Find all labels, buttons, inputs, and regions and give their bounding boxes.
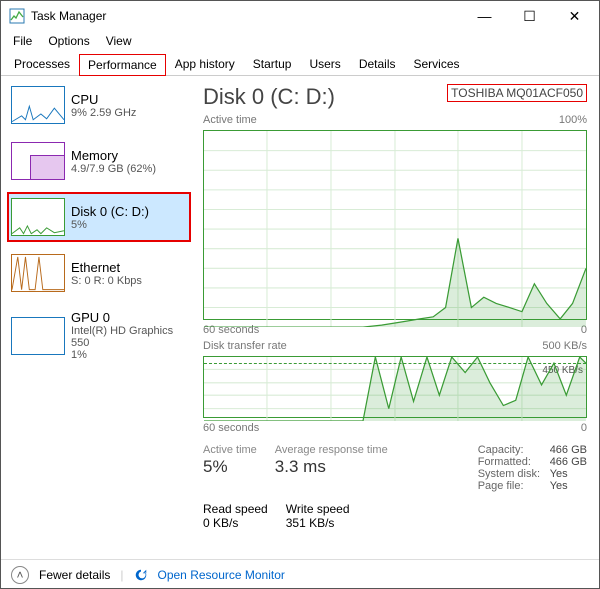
transfer-rate-chart: 450 KB/s xyxy=(203,356,587,418)
sidebar-item-label: Memory xyxy=(71,148,156,163)
info-formatted-label: Formatted: xyxy=(478,456,542,468)
close-button[interactable]: ✕ xyxy=(552,1,597,31)
chart2-max: 500 KB/s xyxy=(542,340,587,352)
menu-file[interactable]: File xyxy=(5,32,40,50)
stat-active-label: Active time xyxy=(203,444,257,456)
sidebar-item-sub: Intel(R) HD Graphics 550 1% xyxy=(71,325,187,361)
disk-thumb-icon xyxy=(11,198,65,236)
sidebar-item-sub: 9% 2.59 GHz xyxy=(71,107,136,119)
stat-avg-label: Average response time xyxy=(275,444,388,456)
info-pagefile-label: Page file: xyxy=(478,480,542,492)
stat-active-value: 5% xyxy=(203,457,257,477)
info-sysdisk-label: System disk: xyxy=(478,468,542,480)
ethernet-thumb-icon xyxy=(11,254,65,292)
menubar: File Options View xyxy=(1,31,599,51)
sidebar-item-label: Disk 0 (C: D:) xyxy=(71,204,149,219)
chevron-up-icon[interactable]: ˄ xyxy=(11,566,29,584)
tab-app-history[interactable]: App history xyxy=(166,53,244,75)
maximize-button[interactable]: ☐ xyxy=(507,1,552,31)
info-formatted-value: 466 GB xyxy=(550,456,587,468)
chart1-label: Active time xyxy=(203,114,257,126)
sidebar-item-ethernet[interactable]: EthernetS: 0 R: 0 Kbps xyxy=(7,248,191,298)
sidebar-item-sub: 4.9/7.9 GB (62%) xyxy=(71,163,156,175)
sidebar: CPU9% 2.59 GHz Memory4.9/7.9 GB (62%) Di… xyxy=(1,76,191,559)
active-time-chart xyxy=(203,130,587,320)
resource-monitor-icon xyxy=(134,568,148,582)
info-pagefile-value: Yes xyxy=(550,480,568,492)
sidebar-item-memory[interactable]: Memory4.9/7.9 GB (62%) xyxy=(7,136,191,186)
chart2-label: Disk transfer rate xyxy=(203,340,287,352)
tab-processes[interactable]: Processes xyxy=(5,53,79,75)
content-area: CPU9% 2.59 GHz Memory4.9/7.9 GB (62%) Di… xyxy=(1,76,599,559)
sidebar-item-cpu[interactable]: CPU9% 2.59 GHz xyxy=(7,80,191,130)
footer: ˄ Fewer details | Open Resource Monitor xyxy=(1,559,599,589)
disk-model-label: TOSHIBA MQ01ACF050 xyxy=(447,84,587,102)
tab-details[interactable]: Details xyxy=(350,53,405,75)
stat-read-label: Read speed xyxy=(203,502,268,516)
titlebar: Task Manager — ☐ ✕ xyxy=(1,1,599,31)
sidebar-item-disk0[interactable]: Disk 0 (C: D:)5% xyxy=(7,192,191,242)
stats-row-1: Active time5% Average response time3.3 m… xyxy=(203,444,587,492)
tab-performance[interactable]: Performance xyxy=(79,54,166,76)
tab-startup[interactable]: Startup xyxy=(244,53,301,75)
open-resource-monitor-link[interactable]: Open Resource Monitor xyxy=(158,568,285,582)
stat-read-value: 0 KB/s xyxy=(203,516,268,530)
fewer-details-button[interactable]: Fewer details xyxy=(39,568,110,582)
info-capacity-label: Capacity: xyxy=(478,444,542,456)
sidebar-item-gpu0[interactable]: GPU 0Intel(R) HD Graphics 550 1% xyxy=(7,304,191,367)
page-title: Disk 0 (C: D:) xyxy=(203,84,335,110)
tab-services[interactable]: Services xyxy=(405,53,469,75)
chart2-xright: 0 xyxy=(581,422,587,434)
minimize-button[interactable]: — xyxy=(462,1,507,31)
memory-thumb-icon xyxy=(11,142,65,180)
disk-info: Capacity: 466 GB Formatted: 466 GB System … xyxy=(478,444,587,492)
info-capacity-value: 466 GB xyxy=(550,444,587,456)
sidebar-item-sub: S: 0 R: 0 Kbps xyxy=(71,275,142,287)
menu-view[interactable]: View xyxy=(98,32,140,50)
main-pane: Disk 0 (C: D:) TOSHIBA MQ01ACF050 Active… xyxy=(191,76,599,559)
sidebar-item-sub: 5% xyxy=(71,219,149,231)
sidebar-item-label: CPU xyxy=(71,92,136,107)
task-manager-icon xyxy=(9,8,25,24)
window-title: Task Manager xyxy=(31,9,462,23)
stat-avg-value: 3.3 ms xyxy=(275,457,388,477)
cpu-thumb-icon xyxy=(11,86,65,124)
gpu-thumb-icon xyxy=(11,317,65,355)
menu-options[interactable]: Options xyxy=(40,32,97,50)
sidebar-item-label: Ethernet xyxy=(71,260,142,275)
stat-write-label: Write speed xyxy=(286,502,350,516)
tab-bar: Processes Performance App history Startu… xyxy=(1,53,599,76)
chart1-max: 100% xyxy=(559,114,587,126)
sidebar-item-label: GPU 0 xyxy=(71,310,187,325)
stats-row-2: Read speed0 KB/s Write speed351 KB/s xyxy=(203,502,587,530)
tab-users[interactable]: Users xyxy=(300,53,349,75)
stat-write-value: 351 KB/s xyxy=(286,516,350,530)
chart2-xleft: 60 seconds xyxy=(203,422,259,434)
info-sysdisk-value: Yes xyxy=(550,468,568,480)
